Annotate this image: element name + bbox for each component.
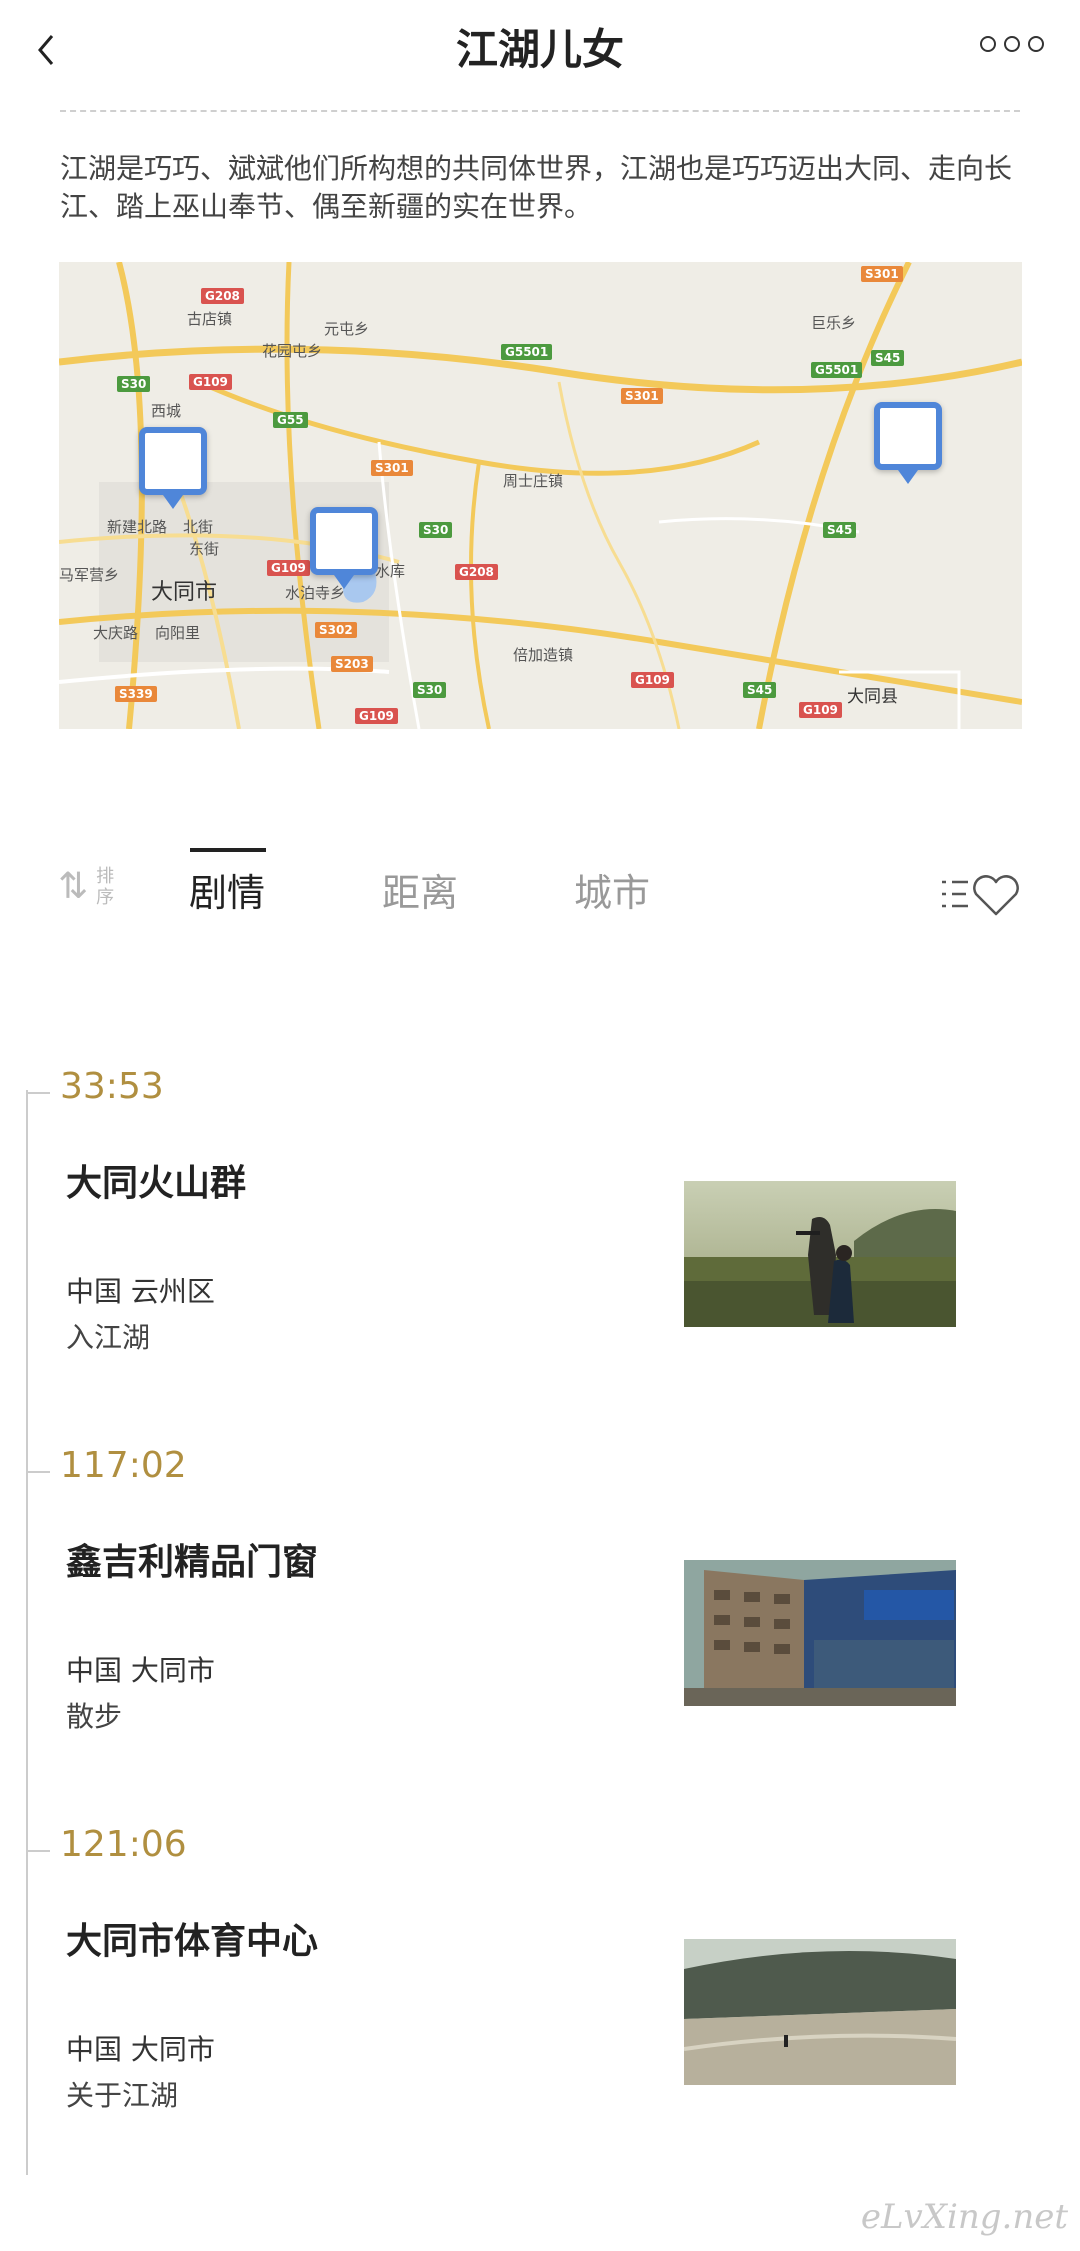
road-shield: S45 [743,682,777,698]
map-pin[interactable] [874,402,942,484]
map-place-label: 北街 [183,518,214,536]
entry-location-name[interactable]: 大同市体育中心 [66,1912,318,1964]
road-shield: S301 [621,388,663,404]
favorites-list-button[interactable] [940,870,1024,920]
list-heart-icon [942,875,1019,916]
more-options-button[interactable] [980,36,1044,52]
road-shield: S45 [823,522,857,538]
timeline-tick [26,1850,50,1852]
road-shield: G55 [273,412,308,428]
divider [60,110,1020,112]
more-dot-icon [980,36,996,52]
road-shield: S301 [861,266,903,282]
entry-timestamp: 33:53 [60,1066,164,1107]
sort-button[interactable]: ⇅ 排序 [58,866,116,908]
header: 江湖儿女 [0,0,1080,100]
map-pin[interactable] [310,507,378,589]
map-city-label: 大同县 [847,687,898,707]
tab-plot[interactable]: 剧情 [189,868,265,918]
sort-arrows-icon: ⇅ [58,866,89,907]
timeline-line [26,1090,28,2175]
filter-tabs: ⇅ 排序 剧情 距离 城市 [0,840,1080,950]
map-place-label: 古店镇 [187,310,233,328]
more-dot-icon [1004,36,1020,52]
road-shield: S30 [117,376,151,392]
watermark: eLvXing.net [860,2197,1068,2237]
road-shield: S339 [115,686,157,702]
timeline-tick [26,1092,50,1094]
road-shield: G109 [799,702,842,718]
scene-thumbnail[interactable] [684,1939,956,2085]
road-shield: G109 [267,560,310,576]
entry-location-region: 中国 大同市 [66,2033,215,2066]
tab-city[interactable]: 城市 [574,868,650,918]
map-place-label: 花园屯乡 [262,342,323,360]
road-shield: S301 [371,460,413,476]
road-shield: G208 [201,288,244,304]
road-shield: G109 [631,672,674,688]
scene-thumbnail[interactable] [684,1560,956,1706]
road-shield: S203 [331,656,373,672]
map-place-label: 马军营乡 [59,566,120,584]
entry-scene-tag: 入江湖 [66,1321,151,1354]
tab-distance[interactable]: 距离 [382,868,458,918]
road-shield: G208 [455,564,498,580]
entry-scene-tag: 关于江湖 [66,2079,179,2112]
road-shield: G109 [189,374,232,390]
scene-image [684,1181,956,1327]
sort-label: 排序 [96,866,115,908]
map-place-label: 大庆路 [93,624,139,642]
scene-thumbnail[interactable] [684,1181,956,1327]
entry-timestamp: 121:06 [60,1824,187,1865]
map-place-label: 向阳里 [155,624,201,642]
map-place-label: 东街 [189,540,220,558]
entry-location-name[interactable]: 鑫吉利精品门窗 [66,1533,318,1585]
film-description: 江湖是巧巧、斌斌他们所构想的共同体世界，江湖也是巧巧迈出大同、走向长江、踏上巫山… [60,152,1013,223]
map-place-label: 倍加造镇 [513,646,574,664]
entry-location-region: 中国 云州区 [66,1275,215,1308]
road-shield: S45 [871,350,905,366]
map-place-label: 周士庄镇 [503,472,564,490]
active-tab-indicator [190,848,266,852]
road-shield: S302 [315,622,357,638]
map-place-label: 巨乐乡 [811,314,857,332]
entry-location-name[interactable]: 大同火山群 [66,1154,246,1206]
scene-image [684,1939,956,2085]
road-shield: G5501 [811,362,863,378]
more-dot-icon [1028,36,1044,52]
entry-location-region: 中国 大同市 [66,1654,215,1687]
map-pin[interactable] [139,427,207,509]
road-shield: S30 [413,682,447,698]
road-shield: G5501 [501,344,553,360]
timeline-tick [26,1471,50,1473]
map-place-label: 西城 [151,402,182,420]
entry-timestamp: 117:02 [60,1445,187,1486]
map-place-label: 水库 [375,562,406,580]
map-place-label: 元屯乡 [324,320,370,338]
map-city-label: 大同市 [151,580,218,605]
road-shield: S30 [419,522,453,538]
page-title: 江湖儿女 [455,25,624,74]
road-shield: G109 [355,708,398,724]
map-view[interactable]: 大同市 大同县 古店镇 元屯乡 花园屯乡 西城 新建北路 北街 东街 水库 水泊… [59,262,1022,729]
map-place-label: 新建北路 [107,518,168,536]
entry-scene-tag: 散步 [66,1700,123,1733]
scene-image [684,1560,956,1706]
